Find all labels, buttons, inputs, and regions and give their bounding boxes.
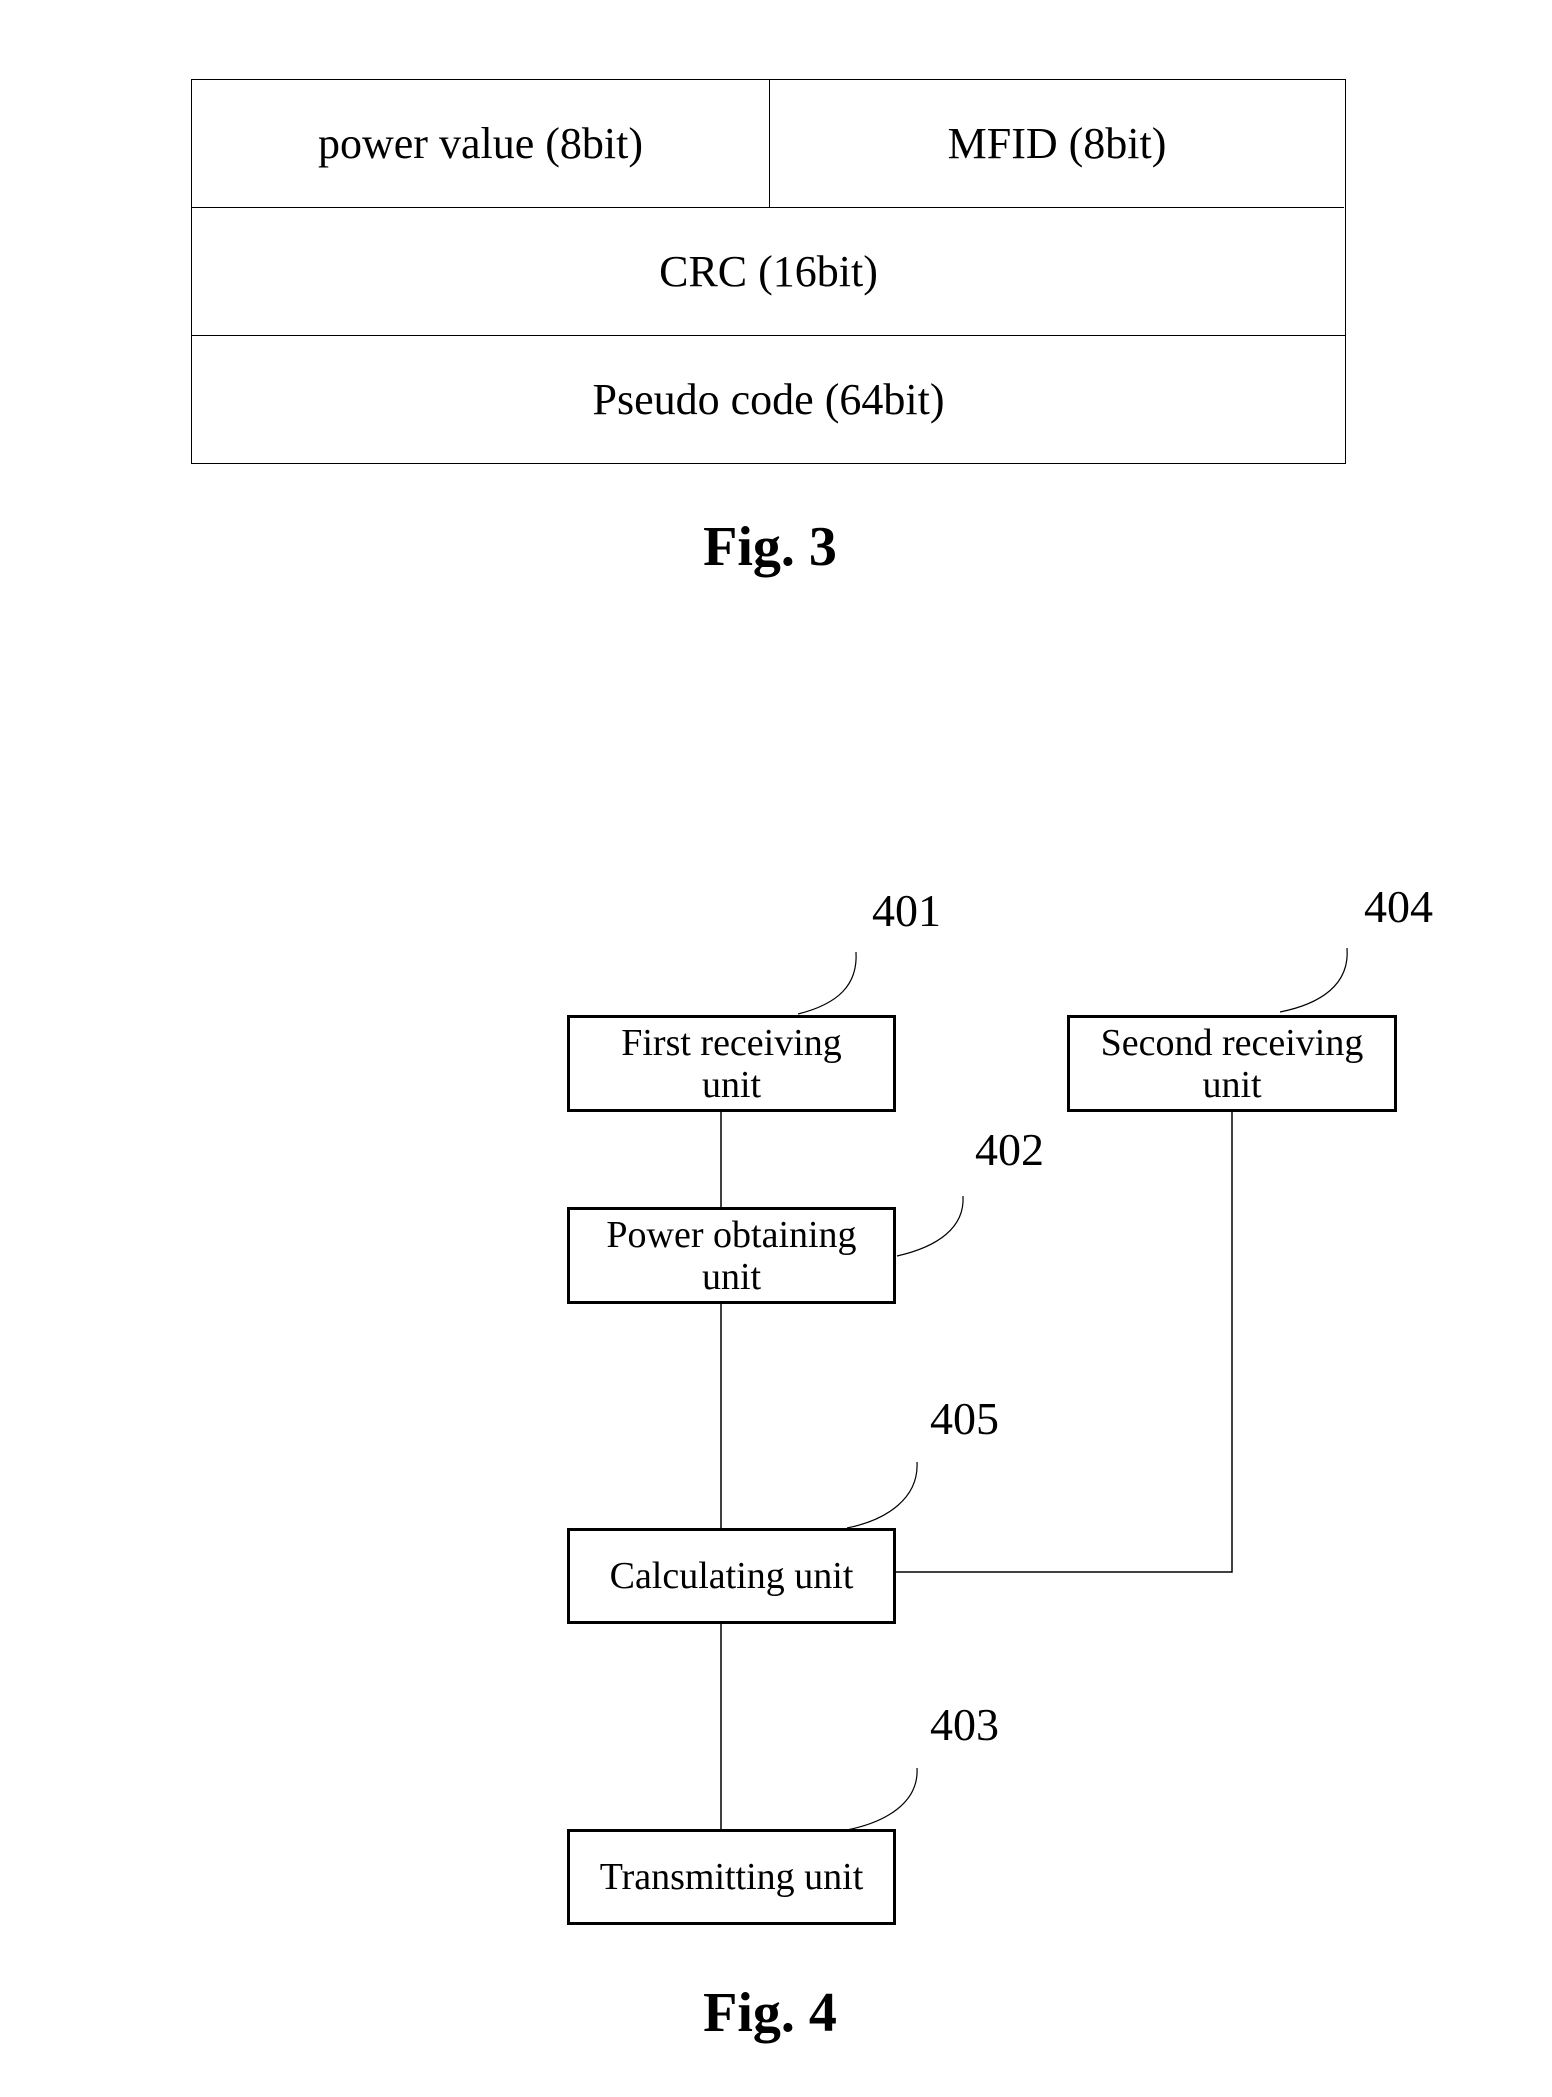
- leader-405: [846, 1461, 918, 1529]
- leader-403: [846, 1767, 918, 1831]
- ref-numeral-401: 401: [872, 885, 941, 936]
- ref-numeral-403: 403: [930, 1699, 999, 1750]
- leader-401: [797, 951, 857, 1015]
- unit-405-calculating: Calculating unit: [567, 1528, 896, 1624]
- ref-numeral-402: 402: [975, 1124, 1044, 1175]
- connector-404-405: [896, 1112, 1233, 1573]
- ref-numeral-405: 405: [930, 1393, 999, 1444]
- leader-402: [896, 1195, 964, 1257]
- fig4-caption: Fig. 4: [703, 1982, 837, 2044]
- unit-404-second-receiving: Second receiving unit: [1067, 1015, 1397, 1112]
- unit-label: Power obtaining unit: [606, 1213, 857, 1298]
- unit-label: Transmitting unit: [599, 1856, 864, 1898]
- unit-label: Calculating unit: [609, 1555, 854, 1597]
- ref-numeral-404: 404: [1364, 881, 1433, 932]
- unit-402-power-obtaining: Power obtaining unit: [567, 1207, 896, 1304]
- unit-401-first-receiving: First receiving unit: [567, 1015, 896, 1112]
- unit-label: First receiving unit: [621, 1021, 842, 1106]
- unit-403-transmitting: Transmitting unit: [567, 1829, 896, 1925]
- unit-label: Second receiving unit: [1100, 1021, 1364, 1106]
- leader-404: [1279, 947, 1348, 1013]
